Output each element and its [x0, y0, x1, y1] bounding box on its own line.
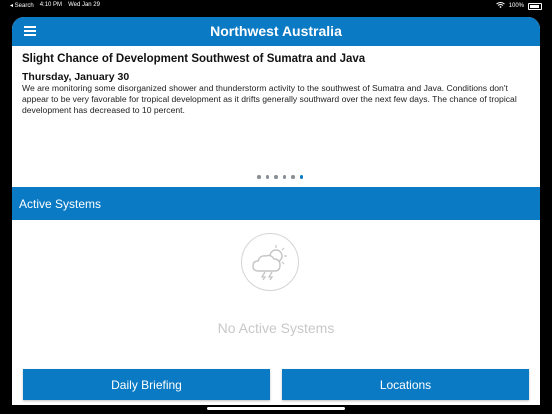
outlook-date: Thursday, January 30 [22, 71, 130, 83]
page-dot[interactable] [282, 175, 286, 179]
app-screen: Northwest Australia Slight Chance of Dev… [12, 17, 540, 405]
page-dot-active[interactable] [299, 175, 303, 179]
daily-briefing-button[interactable]: Daily Briefing [23, 369, 270, 400]
battery-icon [528, 2, 542, 10]
page-dot[interactable] [257, 175, 261, 179]
page-indicator[interactable] [257, 175, 303, 179]
storm-cloud-icon [241, 233, 299, 291]
empty-state-label: No Active Systems [217, 320, 335, 336]
locations-button[interactable]: Locations [282, 369, 529, 400]
status-date: Wed Jan 29 [68, 2, 100, 8]
active-systems-label: Active Systems [19, 197, 102, 211]
active-systems-header: Active Systems [12, 187, 540, 220]
nav-bar: Northwest Australia [12, 17, 540, 46]
outlook-text: We are monitoring some disorganized show… [22, 83, 517, 115]
daily-briefing-label: Daily Briefing [111, 377, 182, 392]
wifi-icon [495, 2, 505, 10]
locations-label: Locations [379, 377, 432, 392]
outlook-title: Slight Chance of Development Southwest o… [22, 53, 366, 65]
battery-percent: 100% [508, 3, 524, 9]
page-dot[interactable] [291, 175, 295, 179]
back-to-search-link[interactable]: ◂ Search [10, 2, 34, 9]
page-title: Northwest Australia [210, 23, 342, 39]
page-dot[interactable] [265, 175, 269, 179]
outlook-card[interactable]: Slight Chance of Development Southwest o… [12, 46, 540, 204]
page-dot[interactable] [274, 175, 278, 179]
status-bar: ◂ Search 4:10 PM Wed Jan 29 100% [0, 0, 552, 11]
home-indicator[interactable] [207, 407, 345, 410]
status-time: 4:10 PM [39, 2, 63, 8]
